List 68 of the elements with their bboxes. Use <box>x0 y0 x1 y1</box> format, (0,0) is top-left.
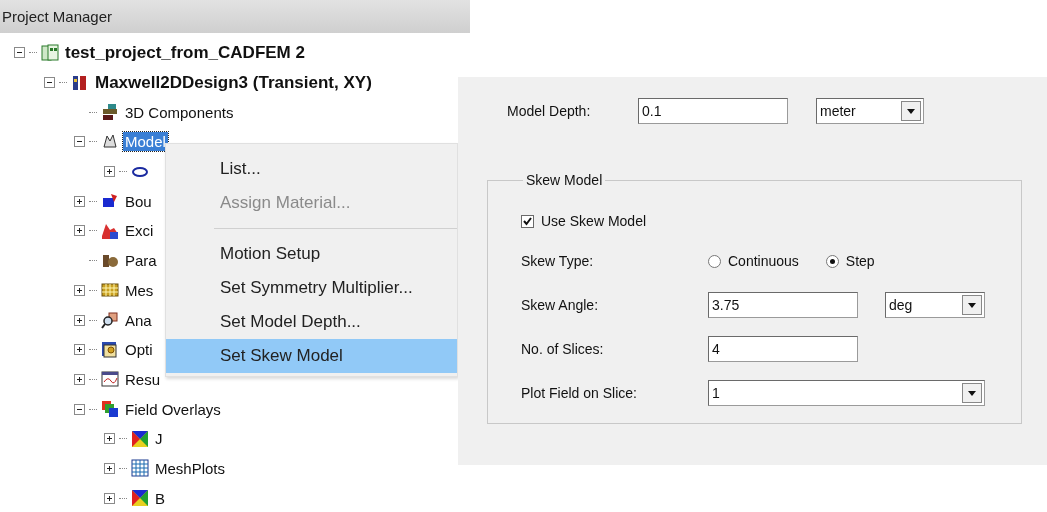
input-field[interactable]: 3.75 <box>708 292 858 318</box>
field-plot-icon <box>131 429 149 448</box>
magnifier-icon <box>101 311 119 330</box>
collapse-toggle[interactable] <box>14 47 25 59</box>
tree-item[interactable]: Opti <box>123 340 155 360</box>
mesh-icon <box>101 281 119 300</box>
panel-header: Project Manager <box>0 0 470 33</box>
field-label: Model Depth: <box>506 103 592 119</box>
tree-item[interactable]: Resu <box>123 369 163 389</box>
radio-label: Step <box>845 253 875 269</box>
menu-item[interactable]: List... <box>166 152 457 186</box>
tree-item[interactable]: J <box>153 429 165 449</box>
expand-toggle[interactable] <box>104 166 115 178</box>
menu-item[interactable]: Motion Setup <box>166 237 457 271</box>
radio-button[interactable] <box>708 254 721 268</box>
radio-button[interactable] <box>825 254 839 268</box>
expand-toggle[interactable] <box>74 284 85 296</box>
expand-toggle[interactable] <box>74 195 85 207</box>
tree-item[interactable]: Ana <box>123 310 154 330</box>
field-plot-icon <box>131 489 149 508</box>
menu-item[interactable]: Set Symmetry Multiplier... <box>166 271 457 305</box>
tree-item[interactable]: Maxwell2DDesign3 (Transient, XY) <box>93 71 374 94</box>
menu-item[interactable]: Set Model Depth... <box>166 305 457 339</box>
tree-item[interactable]: B <box>153 488 167 508</box>
checkbox-label: Use Skew Model <box>541 213 647 229</box>
tree-item[interactable]: Bou <box>123 191 154 211</box>
model-shape-icon <box>101 132 119 151</box>
field-label: Plot Field on Slice: <box>521 385 638 401</box>
tree-item[interactable]: Mes <box>123 280 156 300</box>
project-icon <box>41 43 59 62</box>
expand-toggle[interactable] <box>74 344 85 356</box>
radio-label: Continuous <box>728 253 799 269</box>
checkbox[interactable] <box>521 214 534 228</box>
field-label: Skew Type: <box>521 253 595 269</box>
expand-toggle[interactable] <box>104 433 115 445</box>
tree-item[interactable]: test_project_from_CADFEM 2 <box>63 41 307 64</box>
expand-toggle[interactable] <box>104 462 115 474</box>
tree-item[interactable]: 3D Components <box>123 102 236 122</box>
dropdown-arrow-icon <box>968 302 976 308</box>
design-icon <box>71 73 89 92</box>
tree-item[interactable]: MeshPlots <box>153 458 228 478</box>
collapse-toggle[interactable] <box>74 136 85 148</box>
unit-dropdown[interactable]: deg <box>885 292 985 318</box>
tree-item[interactable]: Exci <box>123 221 156 241</box>
chart-window-icon <box>101 370 119 389</box>
stacked-blocks-icon <box>101 103 119 122</box>
expand-toggle[interactable] <box>74 373 85 385</box>
tree-item[interactable]: Model <box>123 132 168 152</box>
dropdown-arrow-icon <box>907 108 915 114</box>
field-label: Skew Angle: <box>521 297 600 313</box>
group-title: Skew Model <box>525 172 604 188</box>
menu-item[interactable]: Set Skew Model <box>166 339 457 373</box>
tree-item[interactable]: Para <box>123 251 159 271</box>
grid-icon <box>131 459 149 478</box>
collapse-toggle[interactable] <box>44 77 55 89</box>
expand-toggle[interactable] <box>74 225 85 237</box>
gear-window-icon <box>101 340 119 359</box>
unit-dropdown[interactable]: meter <box>816 98 924 124</box>
expand-toggle[interactable] <box>104 492 115 504</box>
field-label: No. of Slices: <box>521 341 605 357</box>
input-field[interactable]: 0.1 <box>638 98 788 124</box>
input-field[interactable]: 4 <box>708 336 858 362</box>
collapse-toggle[interactable] <box>74 403 85 415</box>
tree-item[interactable]: Field Overlays <box>123 399 223 419</box>
slice-dropdown[interactable]: 1 <box>708 380 985 406</box>
dropdown-arrow-icon <box>968 390 976 396</box>
expand-toggle[interactable] <box>74 314 85 326</box>
stacked-colors-icon <box>101 400 119 419</box>
